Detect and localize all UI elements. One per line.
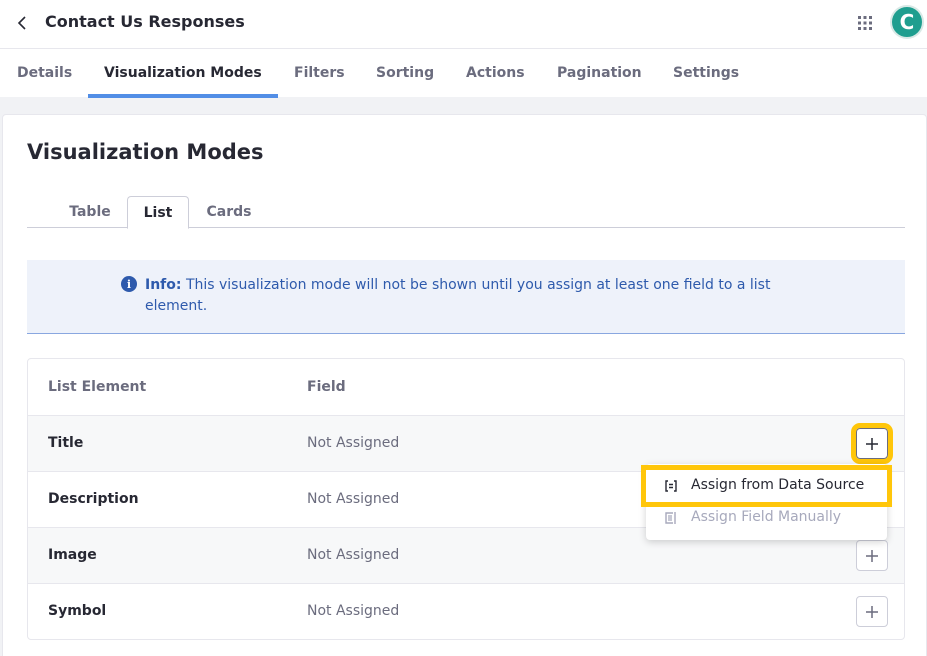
tab-pagination[interactable]: Pagination xyxy=(541,49,658,97)
column-header-list-element: List Element xyxy=(48,379,147,395)
info-icon: i xyxy=(121,276,137,292)
column-header-field: Field xyxy=(307,379,346,395)
section-title: Visualization Modes xyxy=(27,140,264,164)
table-row: Symbol Not Assigned xyxy=(28,584,904,640)
avatar-letter: C xyxy=(899,10,915,34)
field-value: Not Assigned xyxy=(307,603,400,619)
tab-settings[interactable]: Settings xyxy=(657,49,755,97)
user-avatar[interactable]: C xyxy=(890,5,924,39)
plus-icon xyxy=(866,549,878,562)
tab-table[interactable]: Table xyxy=(53,196,127,228)
element-name: Description xyxy=(48,491,139,507)
page-title: Contact Us Responses xyxy=(45,12,245,31)
manual-field-icon xyxy=(665,512,676,524)
element-name: Image xyxy=(48,547,97,563)
mode-tabs: Table List Cards xyxy=(27,196,905,229)
plus-icon xyxy=(866,605,878,618)
info-label: Info: xyxy=(145,277,182,293)
tab-filters[interactable]: Filters xyxy=(278,49,361,97)
add-field-button[interactable] xyxy=(851,423,893,464)
info-alert: i Info: This visualization mode will not… xyxy=(27,260,905,334)
assign-field-dropdown: Assign from Data Source Assign Field Man… xyxy=(641,464,892,540)
tab-actions[interactable]: Actions xyxy=(450,49,541,97)
tab-visualization-modes[interactable]: Visualization Modes xyxy=(88,49,278,98)
table-header: List Element Field xyxy=(28,359,904,416)
element-name: Symbol xyxy=(48,603,107,619)
element-name: Title xyxy=(48,435,84,451)
info-message: This visualization mode will not be show… xyxy=(145,277,771,314)
back-button[interactable] xyxy=(12,12,32,34)
field-value: Not Assigned xyxy=(307,491,400,507)
apps-grid-button[interactable] xyxy=(856,14,874,32)
tab-details[interactable]: Details xyxy=(1,49,88,97)
chevron-left-icon xyxy=(17,16,26,30)
assign-field-manually-item[interactable]: Assign Field Manually xyxy=(646,502,887,534)
field-value: Not Assigned xyxy=(307,547,400,563)
nav-tabs: Details Visualization Modes Filters Sort… xyxy=(0,49,927,98)
info-text: Info: This visualization mode will not b… xyxy=(145,275,805,317)
grid-icon xyxy=(858,16,872,30)
add-field-button[interactable] xyxy=(856,540,888,571)
menu-item-label: Assign Field Manually xyxy=(691,509,842,525)
tab-list[interactable]: List xyxy=(127,196,189,229)
tab-sorting[interactable]: Sorting xyxy=(360,49,450,97)
assign-from-data-source-item[interactable]: Assign from Data Source xyxy=(641,465,892,507)
plus-icon xyxy=(866,437,878,450)
tab-cards[interactable]: Cards xyxy=(189,196,269,228)
field-value: Not Assigned xyxy=(307,435,400,451)
main-card: Visualization Modes Table List Cards i I… xyxy=(2,114,927,656)
add-field-button[interactable] xyxy=(856,596,888,627)
top-bar: Contact Us Responses C xyxy=(0,0,927,49)
data-source-icon xyxy=(665,480,677,492)
menu-item-label: Assign from Data Source xyxy=(691,477,865,493)
